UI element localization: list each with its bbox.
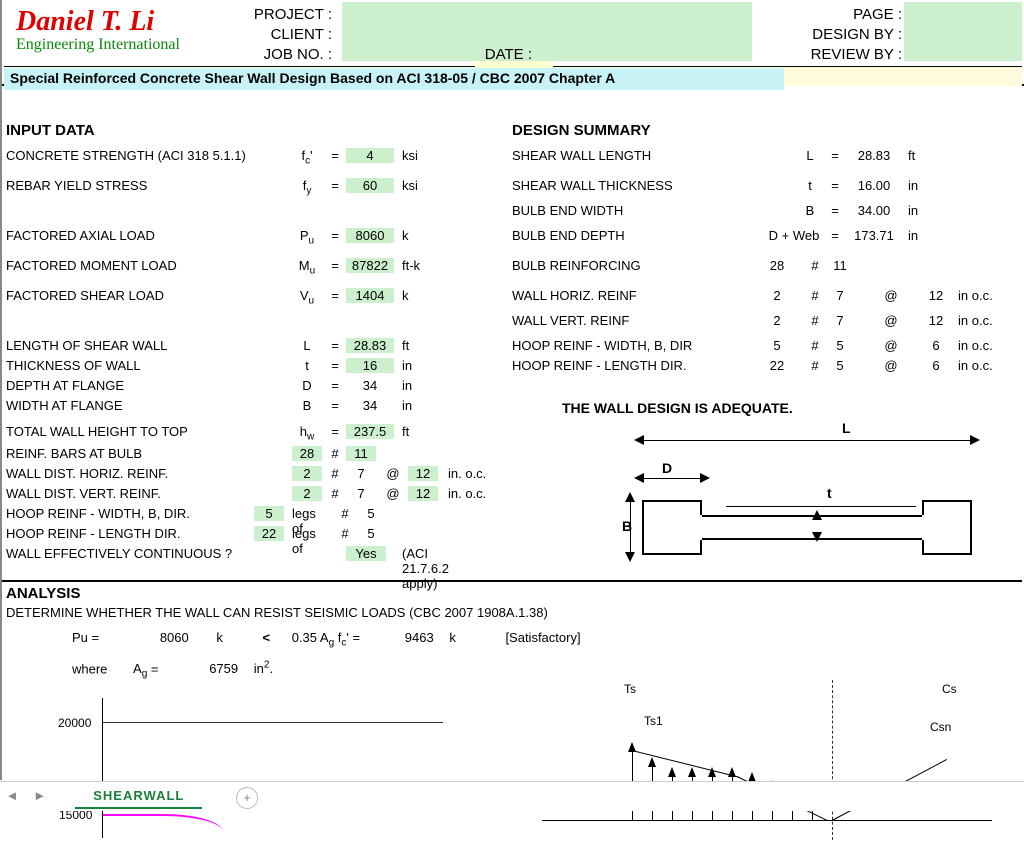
- logo-name: Daniel T. Li: [16, 6, 154, 38]
- label-project: PROJECT :: [222, 6, 332, 23]
- add-sheet-icon[interactable]: +: [236, 787, 258, 809]
- input-mu[interactable]: 87822: [346, 258, 394, 273]
- label-client: CLIENT :: [222, 26, 332, 43]
- interaction-chart: 20000 15000: [102, 698, 462, 838]
- dia-label-t: t: [827, 485, 832, 501]
- sym-fc: fc': [292, 148, 322, 167]
- input-vu[interactable]: 1404: [346, 288, 394, 303]
- design-summary-header: DESIGN SUMMARY: [512, 122, 651, 139]
- pm-curve: [103, 814, 223, 832]
- analysis-eq1: Pu = 8060 k < 0.35 Ag fc' = 9463 k [Sati…: [72, 630, 581, 649]
- dia-label-D: D: [662, 460, 672, 476]
- label-date: DATE :: [462, 46, 532, 63]
- worksheet: Daniel T. Li Engineering International P…: [0, 0, 1024, 780]
- dia-label-L: L: [842, 420, 851, 436]
- input-hw[interactable]: 237.5: [346, 424, 394, 439]
- lbl-Ts: Ts: [624, 682, 636, 696]
- logo-subtitle: Engineering International: [16, 36, 180, 54]
- sym-fy: fy: [292, 178, 322, 197]
- header-fill-left: [342, 2, 752, 61]
- force-distribution-diagram: Ts Ts1 Cs Csn: [532, 690, 1002, 850]
- eq: =: [328, 148, 342, 163]
- sheet-tab[interactable]: SHEARWALL: [75, 782, 202, 809]
- input-fy[interactable]: 60: [346, 178, 394, 193]
- label-reviewby: REVIEW BY :: [762, 46, 902, 63]
- input-bulb-size[interactable]: 11: [346, 446, 376, 461]
- input-fc[interactable]: 4: [346, 148, 394, 163]
- ytick-20000: 20000: [58, 716, 91, 730]
- label-jobno: JOB NO. :: [222, 46, 332, 63]
- lbl-Cs: Cs: [942, 682, 957, 696]
- lbl-Ts1: Ts1: [644, 714, 663, 728]
- analysis-eq2: where Ag = 6759 in2.: [72, 660, 273, 680]
- lbl-rebar: REBAR YIELD STRESS: [6, 178, 286, 193]
- lbl-concrete: CONCRETE STRENGTH (ACI 318 5.1.1): [6, 148, 286, 163]
- analysis-subtitle: DETERMINE WHETHER THE WALL CAN RESIST SE…: [6, 605, 548, 620]
- nav-prev-icon[interactable]: ◄: [0, 782, 24, 803]
- input-L[interactable]: 28.83: [346, 338, 394, 353]
- input-t[interactable]: 16: [346, 358, 394, 373]
- cross-section-diagram: L D B t: [542, 420, 1002, 570]
- spreadsheet-title: Special Reinforced Concrete Shear Wall D…: [4, 68, 784, 90]
- srow-bulb: BULB REINFORCING 28 # 11: [512, 258, 1012, 278]
- srow-whor: WALL HORIZ. REINF 2 # 7 @ 12 in o.c.: [512, 288, 1012, 308]
- page-header: Daniel T. Li Engineering International P…: [2, 0, 1024, 86]
- srow-D: BULB END DEPTH D + Web = 173.71 in: [512, 228, 1012, 248]
- input-data-header: INPUT DATA: [6, 122, 95, 139]
- unit-ksi: ksi: [402, 148, 442, 163]
- adequacy-msg: THE WALL DESIGN IS ADEQUATE.: [562, 400, 793, 416]
- label-designby: DESIGN BY :: [762, 26, 902, 43]
- srow-B: BULB END WIDTH B = 34.00 in: [512, 203, 1012, 223]
- srow-L: SHEAR WALL LENGTH L = 28.83 ft: [512, 148, 1012, 168]
- header-fill-right: [904, 2, 1022, 61]
- analysis-header: ANALYSIS: [6, 585, 80, 602]
- label-page: PAGE :: [762, 6, 902, 23]
- srow-hoopL: HOOP REINF - LENGTH DIR. 22 # 5 @ 6 in o…: [512, 358, 1012, 378]
- srow-hoopB: HOOP REINF - WIDTH, B, DIR 5 # 5 @ 6 in …: [512, 338, 1012, 358]
- input-bulb-n[interactable]: 28: [292, 446, 322, 461]
- lbl-Csn: Csn: [930, 720, 951, 734]
- sheet-tab-bar: ◄ ► SHEARWALL +: [0, 781, 1024, 811]
- nav-next-icon[interactable]: ►: [28, 782, 52, 803]
- srow-wver: WALL VERT. REINF 2 # 7 @ 12 in o.c.: [512, 313, 1012, 333]
- srow-t: SHEAR WALL THICKNESS t = 16.00 in: [512, 178, 1012, 198]
- section-divider: [2, 580, 1022, 582]
- input-continuous[interactable]: Yes: [346, 546, 386, 561]
- input-pu[interactable]: 8060: [346, 228, 394, 243]
